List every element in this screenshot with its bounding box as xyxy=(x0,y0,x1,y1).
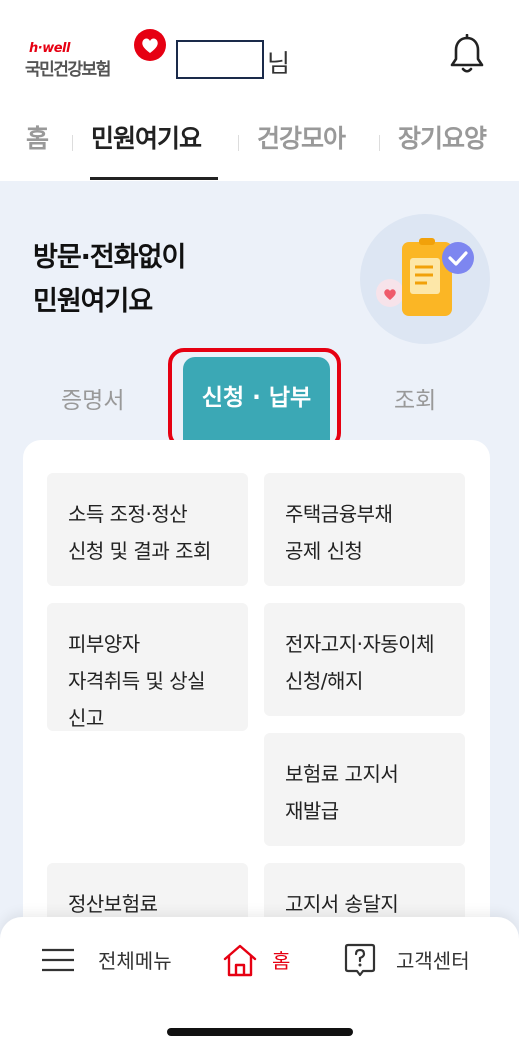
user-suffix: 님 xyxy=(267,49,291,78)
bell-icon[interactable] xyxy=(448,34,486,76)
item-label: 재발급 xyxy=(285,799,339,823)
nav-all-menu-label: 전체메뉴 xyxy=(98,949,172,973)
item-housing-loan-deduction[interactable]: 주택금융부채 공제 신청 xyxy=(264,473,465,586)
item-e-billing-autopay[interactable]: 전자고지·자동이체 신청/해지 xyxy=(264,603,465,716)
tab-divider xyxy=(379,135,380,151)
item-label: 전자고지·자동이체 xyxy=(285,632,435,656)
tab-home[interactable]: 홈 xyxy=(26,119,49,155)
nhis-logo[interactable]: h·well 국민건강보험 xyxy=(25,28,170,83)
tab-long-term-care[interactable]: 장기요양 xyxy=(398,119,487,155)
nav-customer-center-label: 고객센터 xyxy=(396,949,470,973)
item-label: 신고 xyxy=(68,706,104,730)
tab-health-moa[interactable]: 건강모아 xyxy=(257,119,346,155)
item-label: 자격취득 및 상실 xyxy=(68,669,206,693)
item-label: 보험료 고지서 xyxy=(285,762,399,786)
logo-tagline: h·well xyxy=(29,41,70,56)
main-tabs: 홈 민원여기요 건강모아 장기요양 xyxy=(0,105,519,181)
heart-logo-icon xyxy=(134,29,166,61)
bottom-nav: 전체메뉴 홈 고객센터 xyxy=(0,917,519,1051)
item-dependent-registration[interactable]: 피부양자 자격취득 및 상실 신고 xyxy=(47,603,248,731)
home-icon xyxy=(223,944,257,976)
user-name-masked xyxy=(176,40,264,79)
hero-title-line2: 민원여기요 xyxy=(33,286,153,317)
item-label: 주택금융부채 xyxy=(285,502,393,526)
item-label: 신청/해지 xyxy=(285,669,363,693)
item-label: 소득 조정·정산 xyxy=(68,502,188,526)
help-icon xyxy=(344,943,376,976)
tab-divider xyxy=(238,135,239,151)
subtab-inquiry[interactable]: 조회 xyxy=(394,381,436,415)
item-bill-reissue[interactable]: 보험료 고지서 재발급 xyxy=(264,733,465,846)
item-label: 신청 및 결과 조회 xyxy=(68,539,211,563)
active-tab-indicator xyxy=(90,177,218,180)
document-check-icon xyxy=(376,238,474,316)
header: h·well 국민건강보험 님 xyxy=(0,0,519,105)
tab-civil-service[interactable]: 민원여기요 xyxy=(91,119,202,155)
hero-title-line1: 방문·전화없이 xyxy=(33,242,186,273)
item-label: 피부양자 xyxy=(68,632,140,656)
logo-name: 국민건강보험 xyxy=(25,60,111,80)
nav-customer-center[interactable]: 고객센터 xyxy=(344,937,470,982)
hero-title: 방문·전화없이 민원여기요 xyxy=(33,236,186,324)
item-income-adjustment[interactable]: 소득 조정·정산 신청 및 결과 조회 xyxy=(47,473,248,586)
menu-icon xyxy=(42,948,74,971)
subtab-certificates[interactable]: 증명서 xyxy=(61,381,124,415)
subtab-apply-pay[interactable]: 신청 · 납부 xyxy=(183,357,330,440)
home-indicator[interactable] xyxy=(167,1028,353,1036)
nav-all-menu[interactable]: 전체메뉴 xyxy=(40,937,172,982)
tab-divider xyxy=(72,135,73,151)
hero-illustration xyxy=(360,214,490,344)
nav-home-label: 홈 xyxy=(272,949,291,973)
nav-home[interactable]: 홈 xyxy=(222,937,290,982)
item-label: 공제 신청 xyxy=(285,539,363,563)
